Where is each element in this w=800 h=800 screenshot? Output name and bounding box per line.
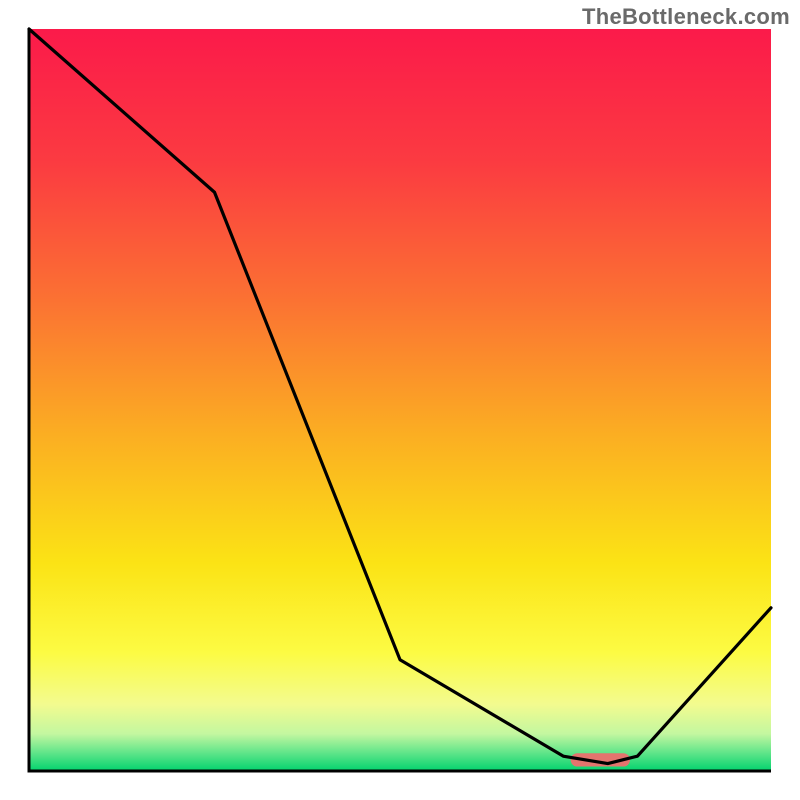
watermark-label: TheBottleneck.com <box>582 4 790 30</box>
chart-frame: TheBottleneck.com <box>0 0 800 800</box>
bottleneck-chart <box>0 0 800 800</box>
